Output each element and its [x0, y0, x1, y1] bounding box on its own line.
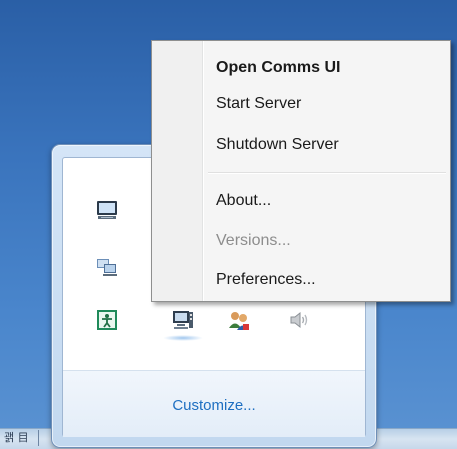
menu-item-about[interactable]: About... [216, 186, 271, 216]
volume-icon[interactable] [283, 304, 315, 336]
context-menu: Open Comms UI Start Server Shutdown Serv… [151, 40, 451, 302]
flyout-footer: Customize... [63, 370, 365, 437]
menu-item-shutdown-server[interactable]: Shutdown Server [216, 130, 339, 160]
menu-separator [208, 172, 446, 174]
display-icon[interactable] [91, 194, 123, 226]
taskbar-glyph: 괡 目 [4, 431, 29, 444]
menu-item-open-comms-ui[interactable]: Open Comms UI [216, 53, 340, 83]
active-icon-highlight [163, 335, 203, 341]
menu-item-preferences[interactable]: Preferences... [216, 265, 316, 295]
customize-link[interactable]: Customize... [63, 397, 365, 414]
network-computers-icon[interactable] [91, 251, 123, 283]
users-icon[interactable] [223, 304, 255, 336]
accessibility-icon[interactable] [91, 304, 123, 336]
menu-icon-gutter [152, 41, 204, 301]
comms-server-icon[interactable] [167, 304, 199, 336]
menu-item-start-server[interactable]: Start Server [216, 89, 301, 119]
taskbar-divider [38, 430, 39, 446]
menu-item-versions: Versions... [216, 232, 291, 249]
